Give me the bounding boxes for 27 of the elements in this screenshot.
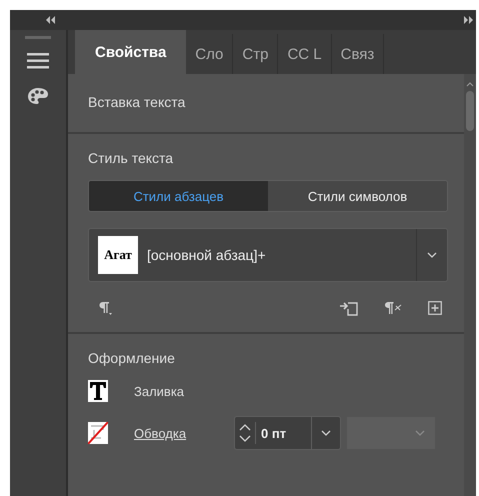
menu-icon[interactable]: [27, 53, 49, 69]
fill-swatch-icon[interactable]: [88, 380, 108, 402]
stroke-swatch-icon[interactable]: [88, 422, 108, 444]
chevron-down-icon[interactable]: [321, 430, 331, 436]
new-style-icon[interactable]: [428, 301, 442, 315]
segment-tab[interactable]: Стили абзацев: [89, 181, 268, 211]
pilcrow-icon[interactable]: [98, 300, 112, 316]
clear-overrides-icon[interactable]: [384, 301, 402, 315]
stroke-link[interactable]: Обводка: [134, 426, 204, 440]
segment-tab[interactable]: Стили символов: [268, 181, 447, 211]
load-styles-icon[interactable]: [340, 300, 358, 316]
style-preview: Агат: [98, 236, 138, 274]
collapse-icon[interactable]: [45, 16, 55, 24]
palette-icon[interactable]: [27, 87, 49, 105]
section-title: Оформление: [88, 350, 176, 366]
panel-tab[interactable]: Свойства: [75, 30, 186, 74]
scroll-thumb[interactable]: [466, 91, 474, 131]
expand-icon[interactable]: [464, 16, 474, 24]
scroll-up-icon[interactable]: [466, 82, 474, 87]
style-dropdown[interactable]: Агат [основной абзац]+: [88, 228, 448, 282]
section-title: Вставка текста: [88, 94, 186, 110]
grip-icon[interactable]: [25, 36, 51, 39]
fill-label: Заливка: [134, 384, 184, 398]
style-name: [основной абзац]+: [147, 247, 267, 263]
stroke-weight-field[interactable]: 0 пт: [234, 416, 341, 450]
section-title: Стиль текста: [88, 150, 174, 166]
chevron-down-icon[interactable]: [427, 252, 437, 258]
